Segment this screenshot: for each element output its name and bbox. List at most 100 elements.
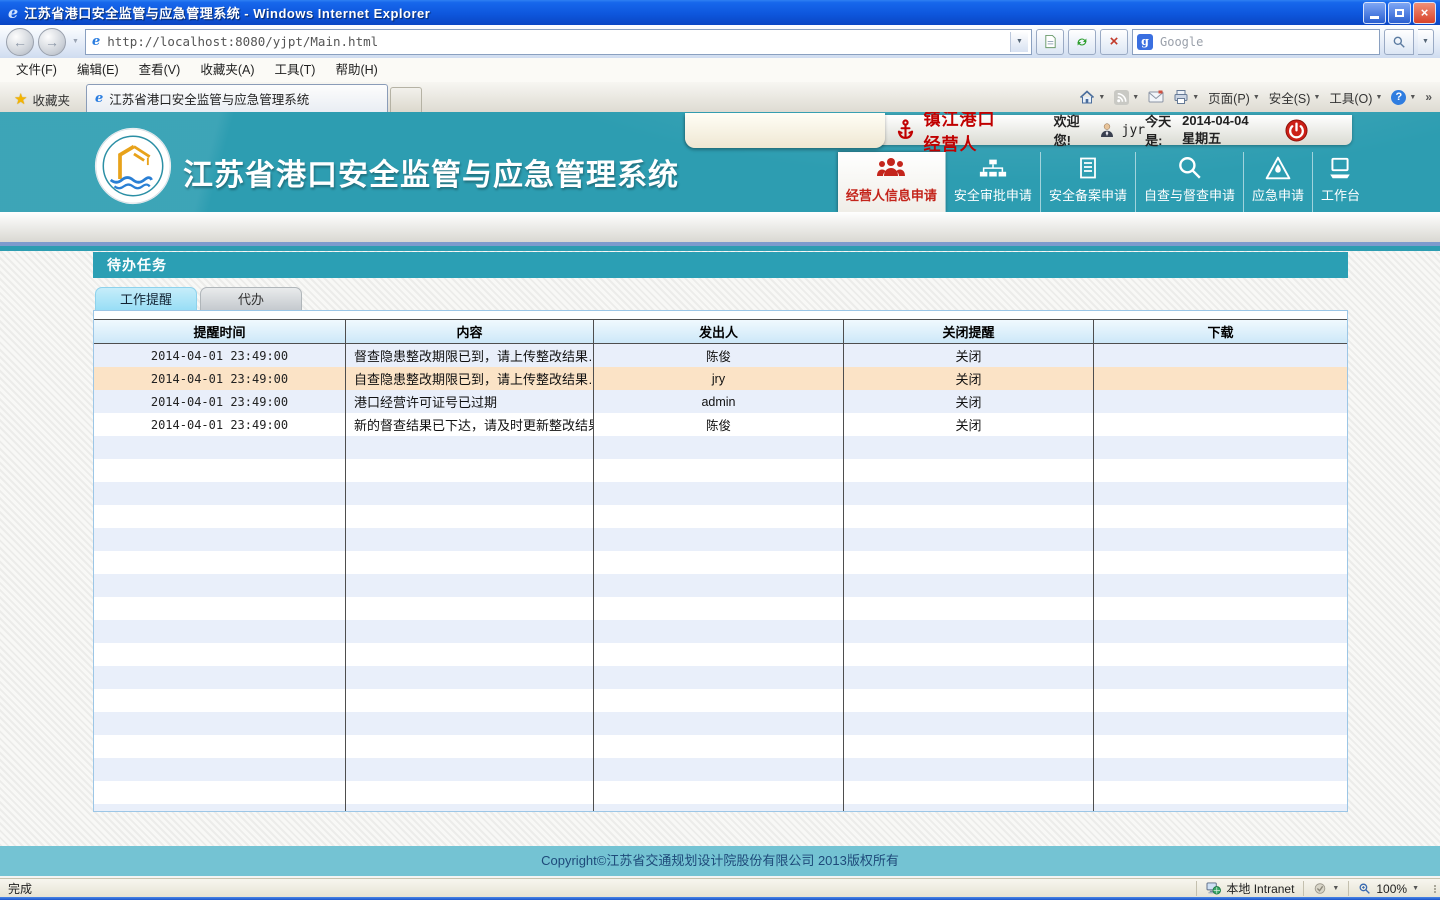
content-area: 待办任务 工作提醒 代办 提醒时间 内容 发出人 关闭提醒 下载 2014-04… [0,251,1440,846]
status-text: 完成 [8,880,32,897]
close-link[interactable]: 关闭 [844,413,1094,436]
url-input[interactable] [105,33,1010,50]
search-input[interactable] [1158,34,1375,50]
url-dropdown-button[interactable]: ▼ [1010,32,1028,52]
torn-page-icon [1043,34,1058,49]
menu-favorites[interactable]: 收藏夹(A) [190,58,264,82]
printer-icon [1173,89,1189,105]
logout-button[interactable] [1285,119,1308,142]
table-row[interactable]: 2014-04-01 23:49:00 督查隐患整改期限已到，请上传整改结果… … [94,344,1347,367]
google-icon: g [1137,34,1153,50]
status-bar: 完成 本地 Intranet ▼ [0,878,1440,898]
print-button[interactable]: ▼ [1173,89,1199,105]
favorites-button[interactable]: ★ 收藏夹 [4,86,80,112]
menu-help[interactable]: 帮助(H) [325,58,387,82]
site-logo [94,127,172,205]
search-options-dropdown[interactable]: ▼ [1418,29,1434,55]
nav-workbench[interactable]: 工作台 [1312,152,1368,212]
date-label: 今天是: [1145,112,1174,149]
page-menu-label: 页面(P) [1208,88,1250,107]
feeds-button[interactable]: ▼ [1114,90,1139,105]
help-button[interactable]: ? ▼ [1391,90,1416,105]
read-mail-button[interactable] [1148,90,1164,104]
history-dropdown-icon[interactable]: ▼ [72,38,79,45]
search-box[interactable]: g [1132,29,1380,55]
tools-dropdown-icon: ▼ [1375,94,1382,101]
nav-inspection[interactable]: 自查与督查申请 [1135,152,1243,212]
user-avatar-icon [1099,122,1115,138]
menu-tools[interactable]: 工具(T) [264,58,325,82]
table-row-empty [94,620,1347,643]
tab-todo[interactable]: 代办 [200,287,302,311]
home-button[interactable]: ▼ [1079,89,1105,105]
table-row-empty [94,735,1347,758]
nav-operator-info[interactable]: 经营人信息申请 [838,152,945,212]
table-row[interactable]: 2014-04-01 23:49:00 新的督查结果已下达，请及时更新整改结果 … [94,413,1347,436]
power-icon [1285,119,1308,142]
table-row-empty [94,436,1347,459]
command-bar: ▼ ▼ ▼ [1079,82,1436,112]
minimize-button[interactable] [1363,2,1386,24]
table-row-empty [94,574,1347,597]
user-strip: 镇江港口经营人 欢迎您! jyr 今天是: 2014-04-04 星期五 [685,115,1352,145]
magnifier-icon [1392,35,1406,49]
nav-emergency[interactable]: 应急申请 [1243,152,1312,212]
table-row-empty [94,551,1347,574]
security-zone: 本地 Intranet [1196,881,1303,896]
title-bar: e 江苏省港口安全监管与应急管理系统 - Windows Internet Ex… [0,0,1440,25]
tools-menu-label: 工具(O) [1329,88,1372,107]
table-row[interactable]: 2014-04-01 23:49:00 自查隐患整改期限已到，请上传整改结果… … [94,367,1347,390]
forward-button[interactable]: → [38,28,66,56]
close-button[interactable]: × [1413,2,1436,24]
zoom-level: 100% [1376,882,1407,896]
table-row-empty [94,689,1347,712]
browser-tab[interactable]: e 江苏省港口安全监管与应急管理系统 [86,84,388,112]
tools-menu-button[interactable]: 工具(O) ▼ [1329,88,1382,107]
nav-label: 安全审批申请 [954,185,1032,204]
table-row-empty [94,804,1347,812]
protected-mode-button[interactable]: ▼ [1303,881,1348,896]
page-menu-button[interactable]: 页面(P) ▼ [1208,88,1260,107]
home-dropdown-icon[interactable]: ▼ [1098,94,1105,101]
print-dropdown-icon[interactable]: ▼ [1192,94,1199,101]
close-link[interactable]: 关闭 [844,367,1094,390]
port-logo-icon [94,127,172,205]
search-go-button[interactable] [1384,29,1414,55]
feeds-dropdown-icon[interactable]: ▼ [1132,94,1139,101]
zoom-control[interactable]: 100% ▼ [1348,881,1428,896]
close-link[interactable]: 关闭 [844,390,1094,413]
safety-dropdown-icon: ▼ [1313,94,1320,101]
close-link[interactable]: 关闭 [844,344,1094,367]
address-field[interactable]: e ▼ [85,29,1032,55]
restore-button[interactable] [1388,2,1411,24]
nav-safety-approval[interactable]: 安全审批申请 [945,152,1040,212]
back-button[interactable]: ← [6,28,34,56]
resize-grip [1434,885,1436,893]
tab-work-reminder[interactable]: 工作提醒 [95,287,197,311]
document-icon [1076,155,1100,181]
tab-favicon-icon: e [95,91,103,106]
zoom-magnifier-icon [1358,882,1371,895]
menu-bar: 文件(F) 编辑(E) 查看(V) 收藏夹(A) 工具(T) 帮助(H) [0,58,1440,83]
anchor-icon [895,118,916,142]
safety-menu-button[interactable]: 安全(S) ▼ [1269,88,1321,107]
menu-edit[interactable]: 编辑(E) [67,58,129,82]
col-header-sender: 发出人 [594,320,844,343]
nav-safety-record[interactable]: 安全备案申请 [1040,152,1135,212]
menu-view[interactable]: 查看(V) [129,58,191,82]
table-row-empty [94,781,1347,804]
nav-label: 安全备案申请 [1049,185,1127,204]
table-row-empty [94,597,1347,620]
command-overflow-icon[interactable]: » [1425,90,1432,104]
table-row[interactable]: 2014-04-01 23:49:00 港口经营许可证号已过期 admin 关闭 [94,390,1347,413]
mail-icon [1148,90,1164,104]
new-tab-button[interactable] [390,87,422,112]
menu-file[interactable]: 文件(F) [6,58,67,82]
stop-button[interactable]: × [1100,29,1128,55]
main-nav: 经营人信息申请 安全审批申请 [838,152,1368,212]
table-header: 提醒时间 内容 发出人 关闭提醒 下载 [94,319,1347,344]
web-page: 江苏省港口安全监管与应急管理系统 镇江港口经营人 欢迎您! [0,112,1440,878]
username: jyr [1122,123,1145,138]
refresh-button[interactable] [1068,29,1096,55]
compatibility-view-button[interactable] [1036,29,1064,55]
